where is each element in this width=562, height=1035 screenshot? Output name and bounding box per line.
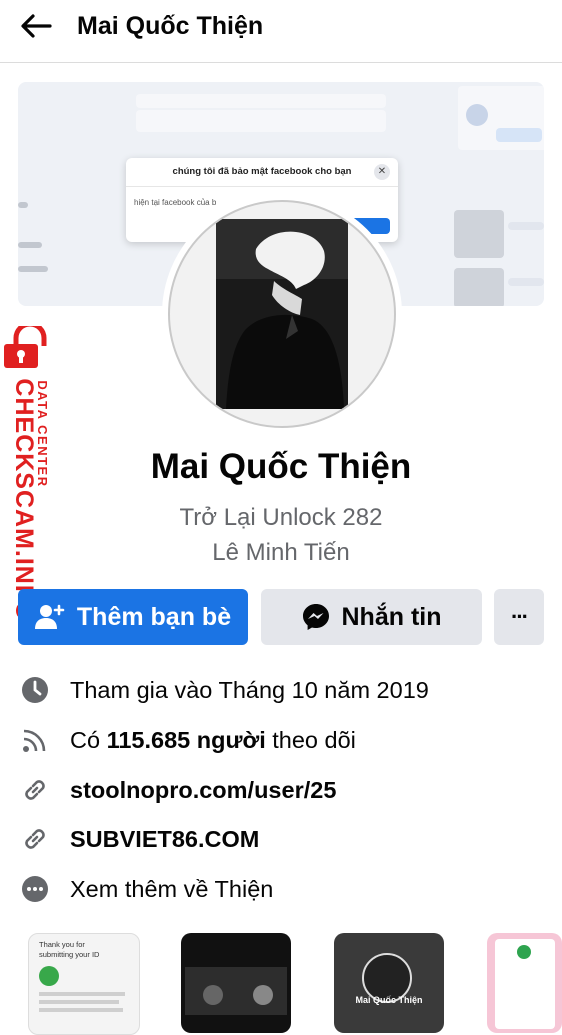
arrow-left-icon [21,14,52,38]
message-label: Nhắn tin [341,602,442,631]
watermark-line1: DATA CENTER [35,380,50,488]
profile-subtitle-2: Lê Minh Tiến [212,539,350,566]
info-link-2[interactable]: SUBVIET86.COM [18,819,548,859]
back-button[interactable] [14,8,58,44]
thumbnail-caption: Mai Quốc Thiện [355,995,423,1005]
top-bar: Mai Quốc Thiện [0,0,562,63]
info-link-1[interactable]: stoolnopro.com/user/25 [18,770,548,810]
messenger-icon [302,604,329,630]
avatar [168,200,396,428]
followers-text: Có 115.685 người theo dõi [70,727,356,754]
cover-dialog-title: chúng tôi đã bảo mật facebook cho bạn [172,166,352,177]
photo-thumbnail[interactable] [487,933,562,1033]
page-title: Mai Quốc Thiện [77,12,264,40]
link-icon [25,829,45,849]
more-icon: ··· [511,604,529,629]
joined-text: Tham gia vào Tháng 10 năm 2019 [70,676,429,703]
thumbnail-caption: Thank you for submitting your ID [39,940,100,959]
add-friend-label: Thêm bạn bè [76,602,232,631]
profile-name: Mai Quốc Thiện [150,447,412,486]
divider [126,186,398,187]
followers-suffix: theo dõi [265,726,356,753]
info-followers[interactable]: Có 115.685 người theo dõi [18,720,548,760]
clock-icon [22,677,48,703]
website-link[interactable]: stoolnopro.com/user/25 [70,777,336,804]
profile-subtitle: Trở Lại Unlock 282 [179,504,383,531]
website-link-2[interactable]: SUBVIET86.COM [70,826,259,853]
close-icon: ✕ [374,164,390,180]
followers-prefix: Có [70,726,107,753]
add-friend-icon [34,604,65,629]
more-button[interactable]: ··· [494,589,544,645]
photo-thumbnail[interactable] [181,933,291,1033]
message-button[interactable]: Nhắn tin [261,589,482,645]
info-joined: Tham gia vào Tháng 10 năm 2019 [18,670,548,710]
see-more-text: Xem thêm về Thiện [70,875,274,902]
photo-thumbnail[interactable]: Mai Quốc Thiện [334,933,444,1033]
info-see-more[interactable]: Xem thêm về Thiện [18,869,548,909]
profile-picture[interactable] [162,194,402,434]
more-dots-icon [22,876,48,902]
link-icon [25,780,45,800]
photo-thumbnail[interactable]: Thank you for submitting your ID [28,933,140,1035]
avatar-photo [216,219,348,409]
followers-count[interactable]: 115.685 người [107,727,266,753]
add-friend-button[interactable]: Thêm bạn bè [18,589,248,645]
rss-icon [23,729,46,752]
cover-dialog-body: hiện tại facebook của b [134,198,217,207]
